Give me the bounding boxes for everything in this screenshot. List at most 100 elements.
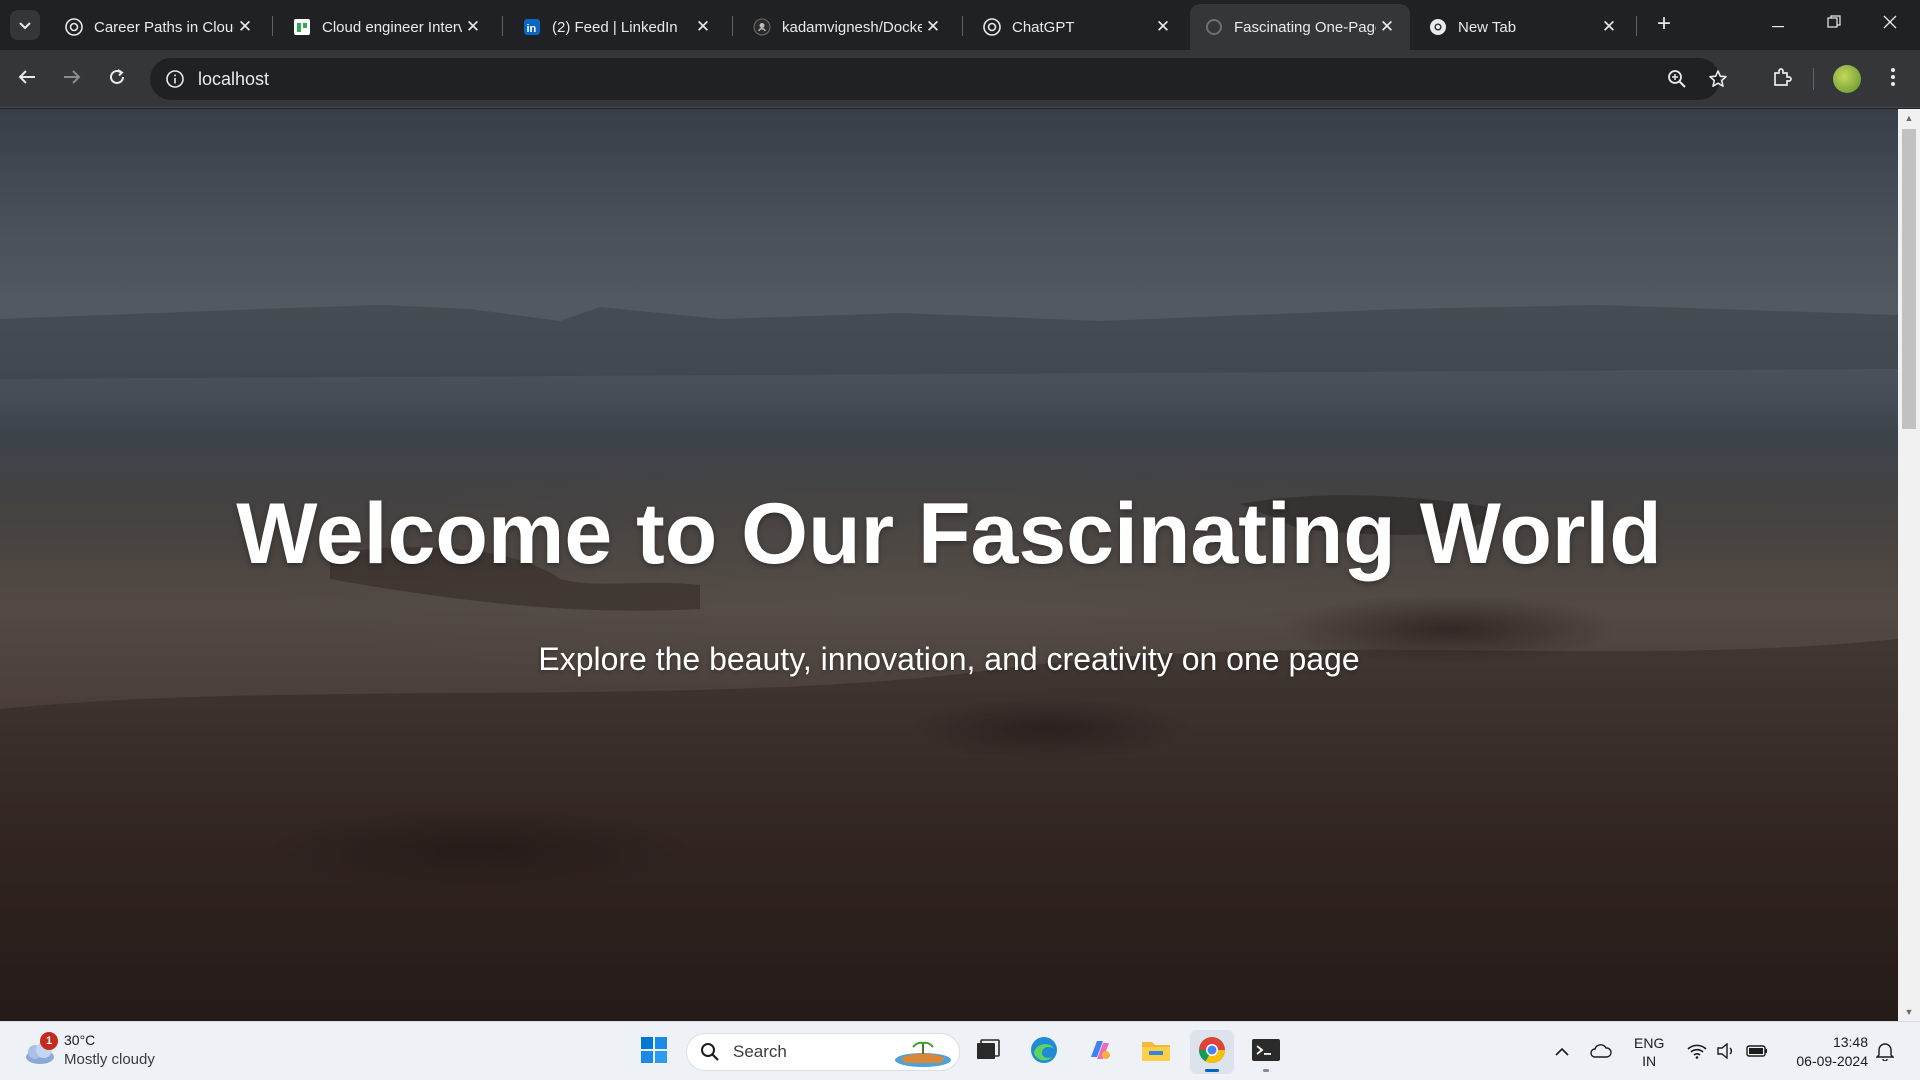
tab-separator <box>272 16 273 36</box>
back-button[interactable] <box>10 62 44 96</box>
active-app-indicator <box>1205 1069 1219 1072</box>
tab-github[interactable]: kadamvignesh/Docke ✕ <box>738 4 956 50</box>
chatgpt-icon <box>982 17 1002 37</box>
new-tab-button[interactable]: + <box>1650 10 1678 38</box>
weather-widget[interactable]: 1 30°C Mostly cloudy <box>20 1030 155 1070</box>
edge-icon <box>1029 1035 1059 1070</box>
bookmark-star-icon[interactable] <box>1705 66 1731 92</box>
onedrive-cloud-icon[interactable] <box>1590 1040 1612 1062</box>
notification-bell-icon[interactable] <box>1874 1040 1896 1062</box>
close-icon[interactable]: ✕ <box>1598 16 1620 38</box>
close-icon[interactable]: ✕ <box>692 16 714 38</box>
search-placeholder: Search <box>733 1042 787 1061</box>
tab-fascinating-one-page[interactable]: Fascinating One-Page ✕ <box>1190 4 1410 50</box>
task-view-button[interactable] <box>966 1030 1010 1074</box>
close-icon[interactable]: ✕ <box>922 16 944 38</box>
search-icon <box>699 1041 721 1063</box>
file-explorer-icon <box>1141 1037 1171 1068</box>
start-button[interactable] <box>632 1030 676 1074</box>
file-explorer-button[interactable] <box>1134 1030 1178 1074</box>
tab-search-button[interactable] <box>10 10 40 40</box>
terminal-button[interactable] <box>1244 1030 1288 1074</box>
copilot-button[interactable] <box>1078 1030 1122 1074</box>
weather-condition: Mostly cloudy <box>64 1051 155 1068</box>
page-scrollbar[interactable]: ▲ ▼ <box>1898 109 1920 1021</box>
plus-icon: + <box>1656 10 1671 37</box>
close-icon[interactable]: ✕ <box>1376 16 1398 38</box>
close-icon[interactable]: ✕ <box>462 16 484 38</box>
puzzle-icon <box>1772 67 1792 92</box>
tab-career-paths[interactable]: Career Paths in Cloud ✕ <box>50 4 268 50</box>
scroll-thumb[interactable] <box>1902 129 1916 429</box>
hero-subtitle: Explore the beauty, innovation, and crea… <box>538 641 1360 677</box>
more-vert-icon <box>1891 67 1895 91</box>
cloud-weather-icon: 1 <box>20 1030 60 1070</box>
edge-button[interactable] <box>1022 1030 1066 1074</box>
copilot-icon <box>1085 1035 1115 1070</box>
close-icon <box>1883 15 1897 34</box>
chrome-icon <box>1428 17 1448 37</box>
taskbar-search[interactable]: Search <box>686 1033 960 1071</box>
tab-separator <box>502 16 503 36</box>
tab-title: Cloud engineer Interv <box>322 18 462 36</box>
svg-text:in: in <box>527 23 537 35</box>
tab-strip: Career Paths in Cloud ✕ Cloud engineer I… <box>0 0 1920 50</box>
tab-title: Fascinating One-Page <box>1234 18 1376 36</box>
browser-toolbar: localhost <box>0 50 1920 108</box>
tab-title: kadamvignesh/Docke <box>782 18 922 36</box>
address-text: localhost <box>198 68 270 89</box>
tab-chatgpt[interactable]: ChatGPT ✕ <box>968 4 1186 50</box>
docs-icon <box>292 17 312 37</box>
linkedin-icon: in <box>522 17 542 37</box>
battery-icon[interactable] <box>1746 1040 1768 1062</box>
scroll-up-arrow-icon[interactable]: ▲ <box>1898 109 1920 127</box>
weather-badge: 1 <box>40 1032 58 1050</box>
hero-title: Welcome to Our Fascinating World <box>236 486 1662 582</box>
language-code: ENG <box>1634 1035 1665 1051</box>
chrome-icon <box>1197 1035 1227 1070</box>
restore-button[interactable] <box>1812 6 1856 42</box>
chevron-up-icon[interactable] <box>1551 1040 1573 1062</box>
hero-section: Welcome to Our Fascinating World Explore… <box>0 109 1898 1021</box>
tab-separator <box>962 16 963 36</box>
minimize-button[interactable] <box>1756 6 1800 42</box>
arrow-left-icon <box>18 69 36 90</box>
close-icon[interactable]: ✕ <box>1152 16 1174 38</box>
tab-cloud-engineer[interactable]: Cloud engineer Interv ✕ <box>278 4 496 50</box>
tab-title: (2) Feed | LinkedIn <box>552 18 678 36</box>
scroll-down-arrow-icon[interactable]: ▼ <box>1898 1003 1920 1021</box>
reload-icon <box>108 68 126 91</box>
zoom-icon[interactable] <box>1664 66 1690 92</box>
clock-time: 13:48 <box>1832 1034 1868 1050</box>
page-viewport: Welcome to Our Fascinating World Explore… <box>0 109 1920 1021</box>
chevron-down-icon <box>19 18 31 33</box>
tab-new-tab[interactable]: New Tab ✕ <box>1414 4 1632 50</box>
site-info-icon[interactable] <box>162 66 188 92</box>
extensions-button[interactable] <box>1765 62 1799 96</box>
tab-linkedin[interactable]: in (2) Feed | LinkedIn ✕ <box>508 4 726 50</box>
reload-button[interactable] <box>100 62 134 96</box>
chatgpt-icon <box>64 17 84 37</box>
close-icon[interactable]: ✕ <box>234 16 256 38</box>
tab-separator <box>1636 16 1637 36</box>
loading-globe-icon <box>1204 17 1224 37</box>
clock-date: 06-09-2024 <box>1796 1053 1868 1069</box>
system-clock[interactable]: 13:48 06-09-2024 <box>1786 1033 1868 1071</box>
profile-avatar[interactable] <box>1833 65 1861 93</box>
tab-separator <box>732 16 733 36</box>
restore-icon <box>1827 14 1841 34</box>
tab-title: Career Paths in Cloud <box>94 18 234 36</box>
chrome-taskbar-button[interactable] <box>1190 1030 1234 1074</box>
wifi-icon[interactable] <box>1686 1040 1708 1062</box>
language-indicator[interactable]: ENG IN <box>1634 1034 1664 1070</box>
menu-button[interactable] <box>1876 62 1910 96</box>
forward-button[interactable] <box>55 62 89 96</box>
windows-taskbar: 1 30°C Mostly cloudy Search ENG IN 13:48… <box>0 1021 1920 1080</box>
close-window-button[interactable] <box>1868 6 1912 42</box>
arrow-right-icon <box>63 69 81 90</box>
volume-icon[interactable] <box>1715 1040 1737 1062</box>
tab-title: ChatGPT <box>1012 18 1075 36</box>
running-app-indicator <box>1263 1069 1269 1072</box>
tab-title: New Tab <box>1458 18 1517 36</box>
address-bar[interactable]: localhost <box>150 58 1727 100</box>
